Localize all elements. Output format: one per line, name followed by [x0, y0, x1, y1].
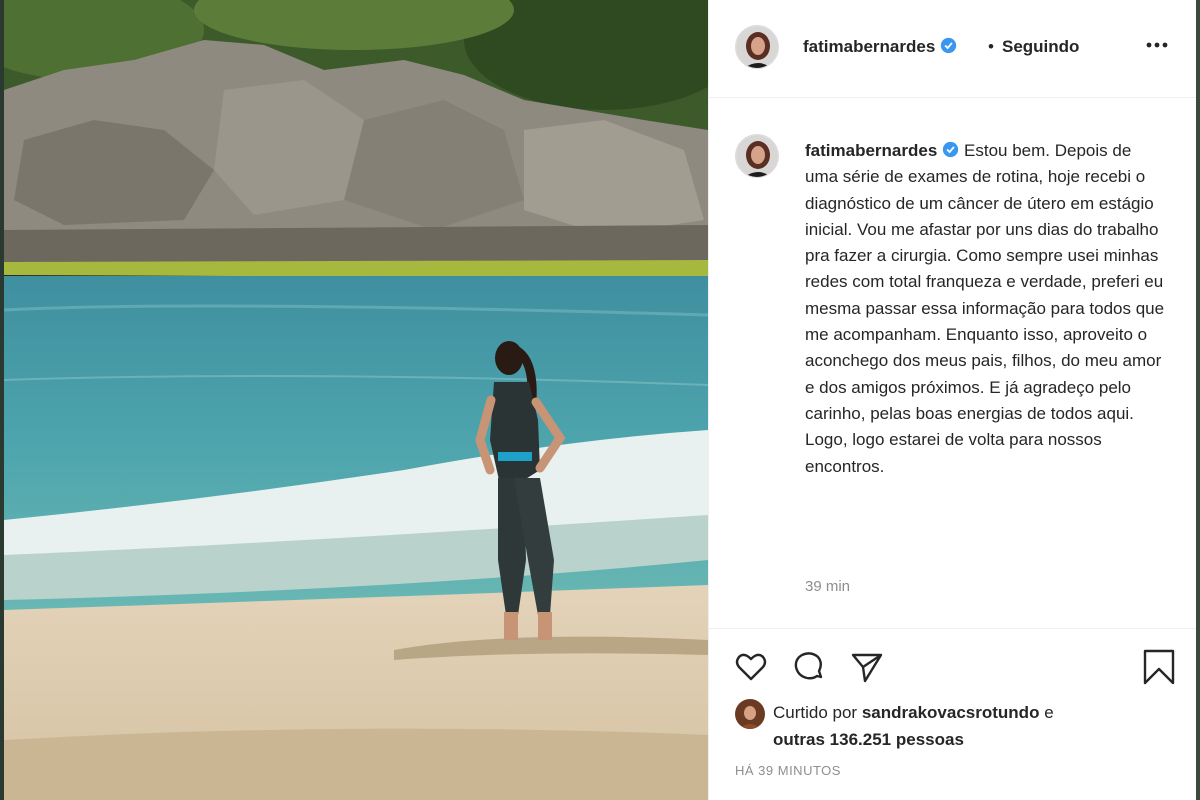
follow-status-button[interactable]: Seguindo — [1002, 37, 1079, 57]
liked-by-text: Curtido por sandrakovacsrotundo e outras… — [773, 699, 1173, 753]
caption-text: fatimabernardes Estou bem. Depois de uma… — [805, 138, 1165, 480]
more-options-icon[interactable] — [1144, 38, 1170, 52]
action-bar: Curtido por sandrakovacsrotundo e outras… — [709, 628, 1197, 800]
caption-intro: Estou bem. — [964, 141, 1051, 160]
likes-count-link[interactable]: outras 136.251 pessoas — [773, 730, 964, 749]
post-photo — [4, 0, 708, 800]
post-header: fatimabernardes • Seguindo — [709, 0, 1196, 98]
bookmark-icon[interactable] — [1141, 649, 1177, 685]
liker-username[interactable]: sandrakovacsrotundo — [862, 703, 1040, 722]
caption-time: 39 min — [805, 578, 851, 595]
heart-icon[interactable] — [733, 649, 769, 685]
author-avatar[interactable] — [735, 25, 779, 69]
backdrop-right — [1196, 0, 1200, 800]
comment-icon[interactable] — [791, 649, 827, 685]
liked-prefix: Curtido por — [773, 703, 858, 722]
post-caption: fatimabernardes Estou bem. Depois de uma… — [735, 134, 1175, 614]
post-side-panel: fatimabernardes • Seguindo fatimabernard… — [708, 0, 1197, 800]
liker-avatar[interactable] — [735, 699, 765, 729]
verified-badge-icon — [943, 141, 959, 158]
liked-conj: e — [1044, 703, 1054, 722]
post-timestamp: HÁ 39 MINUTOS — [735, 763, 841, 778]
verified-badge-icon — [941, 37, 957, 54]
author-username[interactable]: fatimabernardes — [803, 37, 957, 57]
header-separator: • — [988, 37, 994, 56]
caption-username[interactable]: fatimabernardes — [805, 141, 937, 160]
caption-avatar[interactable] — [735, 134, 779, 178]
caption-body: Depois de uma série de exames de rotina,… — [805, 141, 1165, 476]
share-icon[interactable] — [849, 649, 885, 685]
